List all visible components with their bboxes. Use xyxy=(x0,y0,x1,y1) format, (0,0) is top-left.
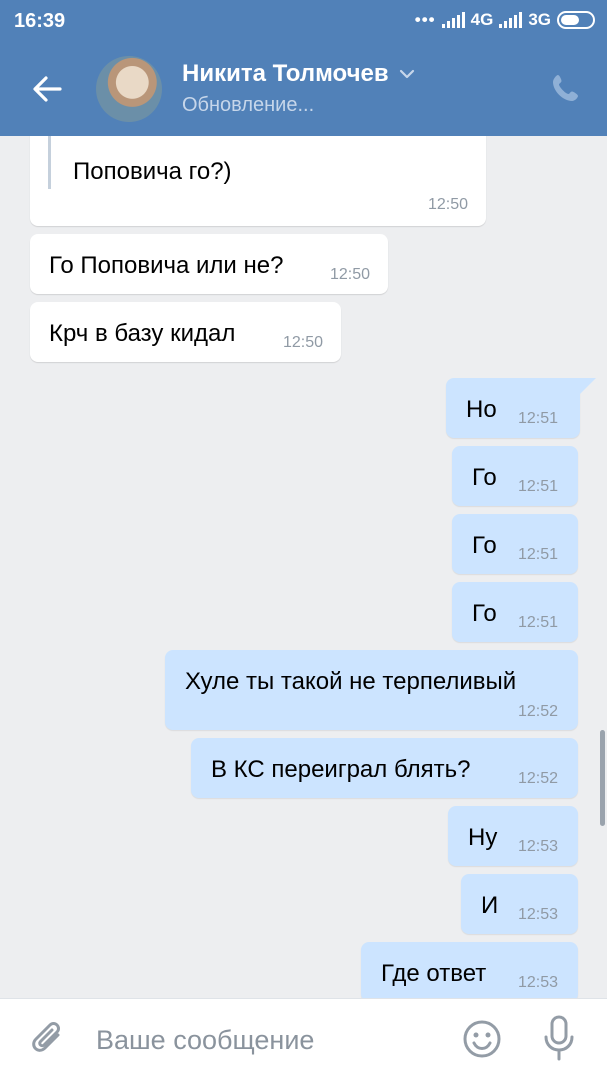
message-time: 12:53 xyxy=(517,906,558,923)
bubble-tail-icon xyxy=(578,378,596,396)
message-text: И xyxy=(481,892,499,919)
message-time: 12:52 xyxy=(517,703,558,720)
signal-icon xyxy=(441,12,465,28)
status-icons: ••• 4G 3G xyxy=(415,10,595,30)
message-outgoing[interactable]: Го 12:51 xyxy=(452,514,578,574)
contact-name: Никита Толмочев xyxy=(182,60,389,87)
message-outgoing[interactable]: И 12:53 xyxy=(461,874,578,934)
message-outgoing[interactable]: В КС переиграл блять? 12:52 xyxy=(191,738,578,798)
message-text: В КС переиграл блять? xyxy=(211,756,471,783)
message-input[interactable] xyxy=(96,1019,436,1061)
message-list[interactable]: Поповича го?) 12:50 Го Поповича или не? … xyxy=(0,136,607,998)
chevron-down-icon xyxy=(399,69,414,79)
message-text: Хуле ты такой не терпеливый xyxy=(185,668,517,695)
status-bar: 16:39 ••• 4G 3G xyxy=(0,0,607,44)
message-text: Го xyxy=(472,600,497,627)
message-outgoing[interactable]: Где ответ 12:53 xyxy=(361,942,578,998)
message-time: 12:53 xyxy=(517,838,558,855)
message-text: Крч в базу кидал xyxy=(49,320,236,347)
message-outgoing[interactable]: Го 12:51 xyxy=(452,582,578,642)
message-time: 12:50 xyxy=(329,266,370,283)
avatar[interactable] xyxy=(96,56,162,122)
message-time: 12:51 xyxy=(517,614,558,631)
notification-dots-icon: ••• xyxy=(414,10,436,29)
message-text: Но xyxy=(466,396,497,423)
network-3g-label: 3G xyxy=(528,10,551,29)
message-time: 12:51 xyxy=(517,410,558,427)
status-time: 16:39 xyxy=(14,10,66,32)
message-outgoing[interactable]: Хуле ты такой не терпеливый 12:52 xyxy=(165,650,578,730)
contact-title[interactable]: Никита Толмочев xyxy=(182,60,415,88)
message-time: 12:50 xyxy=(427,196,468,213)
emoji-icon[interactable] xyxy=(462,1019,502,1059)
message-time: 12:51 xyxy=(517,546,558,563)
message-text: Го xyxy=(472,464,497,491)
message-time: 12:50 xyxy=(282,334,323,351)
microphone-icon[interactable] xyxy=(542,1015,576,1061)
message-time: 12:51 xyxy=(517,478,558,495)
composer xyxy=(0,998,607,1080)
message-text: Где ответ xyxy=(381,960,487,987)
message-text: Ну xyxy=(468,824,498,851)
message-text: Го Поповича или не? xyxy=(49,252,284,279)
paperclip-icon[interactable] xyxy=(28,1019,68,1061)
message-time: 12:53 xyxy=(517,974,558,991)
message-incoming[interactable]: Го Поповича или не? 12:50 xyxy=(30,234,388,294)
signal-icon xyxy=(499,12,523,28)
message-time: 12:52 xyxy=(517,770,558,787)
message-text: Го xyxy=(472,532,497,559)
message-incoming[interactable]: Крч в базу кидал 12:50 xyxy=(30,302,341,362)
message-outgoing[interactable]: Го 12:51 xyxy=(452,446,578,506)
network-4g-label: 4G xyxy=(470,10,494,29)
message-outgoing[interactable]: Ну 12:53 xyxy=(448,806,578,866)
message-incoming[interactable]: Поповича го?) 12:50 xyxy=(30,136,486,226)
app-header: 16:39 ••• 4G 3G Никита Толмочев Обновлен… xyxy=(0,0,607,136)
message-text: Поповича го?) xyxy=(73,158,232,185)
scrollbar[interactable] xyxy=(600,730,605,826)
contact-status: Обновление... xyxy=(182,94,315,116)
message-outgoing[interactable]: Но 12:51 xyxy=(446,378,580,438)
quote-bar xyxy=(48,136,51,189)
back-arrow-icon[interactable] xyxy=(30,72,64,106)
phone-icon[interactable] xyxy=(550,72,582,104)
battery-icon xyxy=(557,11,595,29)
